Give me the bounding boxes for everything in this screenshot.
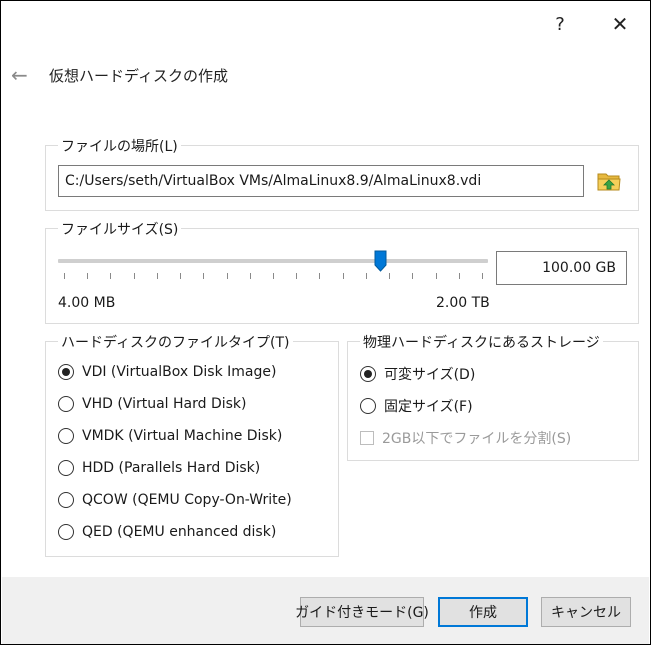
back-arrow-icon[interactable]: ← [11, 63, 28, 87]
size-slider-track[interactable] [58, 259, 488, 263]
radio-vdi-label: VDI (VirtualBox Disk Image) [82, 364, 277, 380]
slider-tick [458, 273, 460, 279]
split-files-checkbox[interactable] [360, 431, 374, 445]
file-location-legend: ファイルの場所(L) [58, 136, 181, 156]
slider-tick [156, 273, 158, 279]
radio-vmdk-label: VMDK (Virtual Machine Disk) [82, 428, 283, 444]
radio-dynamic-size[interactable]: 可変サイズ(D) [360, 364, 475, 384]
radio-button[interactable] [58, 460, 74, 476]
slider-tick [87, 273, 89, 279]
disk-type-group: ハードディスクのファイルタイプ(T) VDI (VirtualBox Disk … [45, 332, 339, 557]
radio-qed-label: QED (QEMU enhanced disk) [82, 524, 277, 540]
radio-button[interactable] [360, 366, 376, 382]
storage-group: 物理ハードディスクにあるストレージ 可変サイズ(D) 固定サイズ(F) 2GB以… [347, 332, 639, 461]
size-slider-thumb[interactable] [374, 250, 387, 272]
radio-hdd-label: HDD (Parallels Hard Disk) [82, 460, 261, 476]
slider-tick [342, 273, 344, 279]
dialog-title: 仮想ハードディスクの作成 [49, 67, 228, 85]
choose-folder-button[interactable] [597, 170, 621, 192]
create-button[interactable]: 作成 [438, 597, 528, 627]
radio-fixed-size[interactable]: 固定サイズ(F) [360, 396, 473, 416]
guided-mode-button[interactable]: ガイド付きモード(G) [295, 597, 429, 627]
radio-button[interactable] [58, 364, 74, 380]
slider-tick [133, 273, 135, 279]
slider-tick [389, 273, 391, 279]
slider-tick [226, 273, 228, 279]
file-size-legend: ファイルサイズ(S) [58, 219, 182, 239]
size-value-input[interactable] [496, 251, 627, 285]
size-slider-ticks [58, 273, 488, 281]
radio-vhd-label: VHD (Virtual Hard Disk) [82, 396, 247, 412]
radio-hdd[interactable]: HDD (Parallels Hard Disk) [58, 460, 260, 476]
radio-button[interactable] [360, 398, 376, 414]
help-icon: ? [555, 13, 565, 35]
radio-qcow[interactable]: QCOW (QEMU Copy-On-Write) [58, 492, 292, 508]
create-virtual-disk-dialog: ? ✕ ← 仮想ハードディスクの作成 ファイルの場所(L) ファイルサイズ(S)… [0, 0, 651, 645]
radio-vdi[interactable]: VDI (VirtualBox Disk Image) [58, 364, 276, 380]
radio-qcow-label: QCOW (QEMU Copy-On-Write) [82, 492, 292, 508]
radio-button[interactable] [58, 492, 74, 508]
size-max-label: 2.00 TB [436, 295, 490, 311]
split-files-label: 2GB以下でファイルを分割(S) [382, 431, 572, 447]
slider-tick [203, 273, 205, 279]
size-min-label: 4.00 MB [58, 295, 116, 311]
file-location-group: ファイルの場所(L) [45, 136, 639, 211]
radio-qed[interactable]: QED (QEMU enhanced disk) [58, 524, 276, 540]
help-button[interactable]: ? [545, 9, 575, 39]
radio-vhd[interactable]: VHD (Virtual Hard Disk) [58, 396, 246, 412]
storage-legend: 物理ハードディスクにあるストレージ [360, 332, 603, 352]
slider-tick [412, 273, 414, 279]
file-path-input[interactable] [58, 165, 584, 197]
slider-tick [249, 273, 251, 279]
slider-tick [296, 273, 298, 279]
radio-dynamic-label: 可変サイズ(D) [384, 367, 476, 383]
slider-tick [482, 273, 483, 279]
close-button[interactable]: ✕ [605, 9, 635, 39]
slider-tick [435, 273, 437, 279]
folder-icon [597, 173, 621, 191]
disk-type-legend: ハードディスクのファイルタイプ(T) [58, 332, 293, 352]
cancel-button[interactable]: キャンセル [541, 597, 631, 627]
slider-tick [273, 273, 274, 279]
slider-tick [64, 273, 65, 279]
radio-button[interactable] [58, 524, 74, 540]
split-files-checkbox-row[interactable]: 2GB以下でファイルを分割(S) [360, 428, 571, 448]
slider-tick [110, 273, 112, 279]
radio-button[interactable] [58, 428, 74, 444]
dialog-footer: ガイド付きモード(G) 作成 キャンセル [2, 577, 649, 644]
slider-tick [180, 273, 182, 279]
slider-tick [365, 273, 367, 279]
close-icon: ✕ [611, 12, 629, 36]
slider-tick [319, 273, 321, 279]
radio-button[interactable] [58, 396, 74, 412]
radio-vmdk[interactable]: VMDK (Virtual Machine Disk) [58, 428, 282, 444]
radio-fixed-label: 固定サイズ(F) [384, 399, 473, 415]
file-size-group: ファイルサイズ(S) 4.00 MB 2.00 TB [45, 219, 639, 324]
